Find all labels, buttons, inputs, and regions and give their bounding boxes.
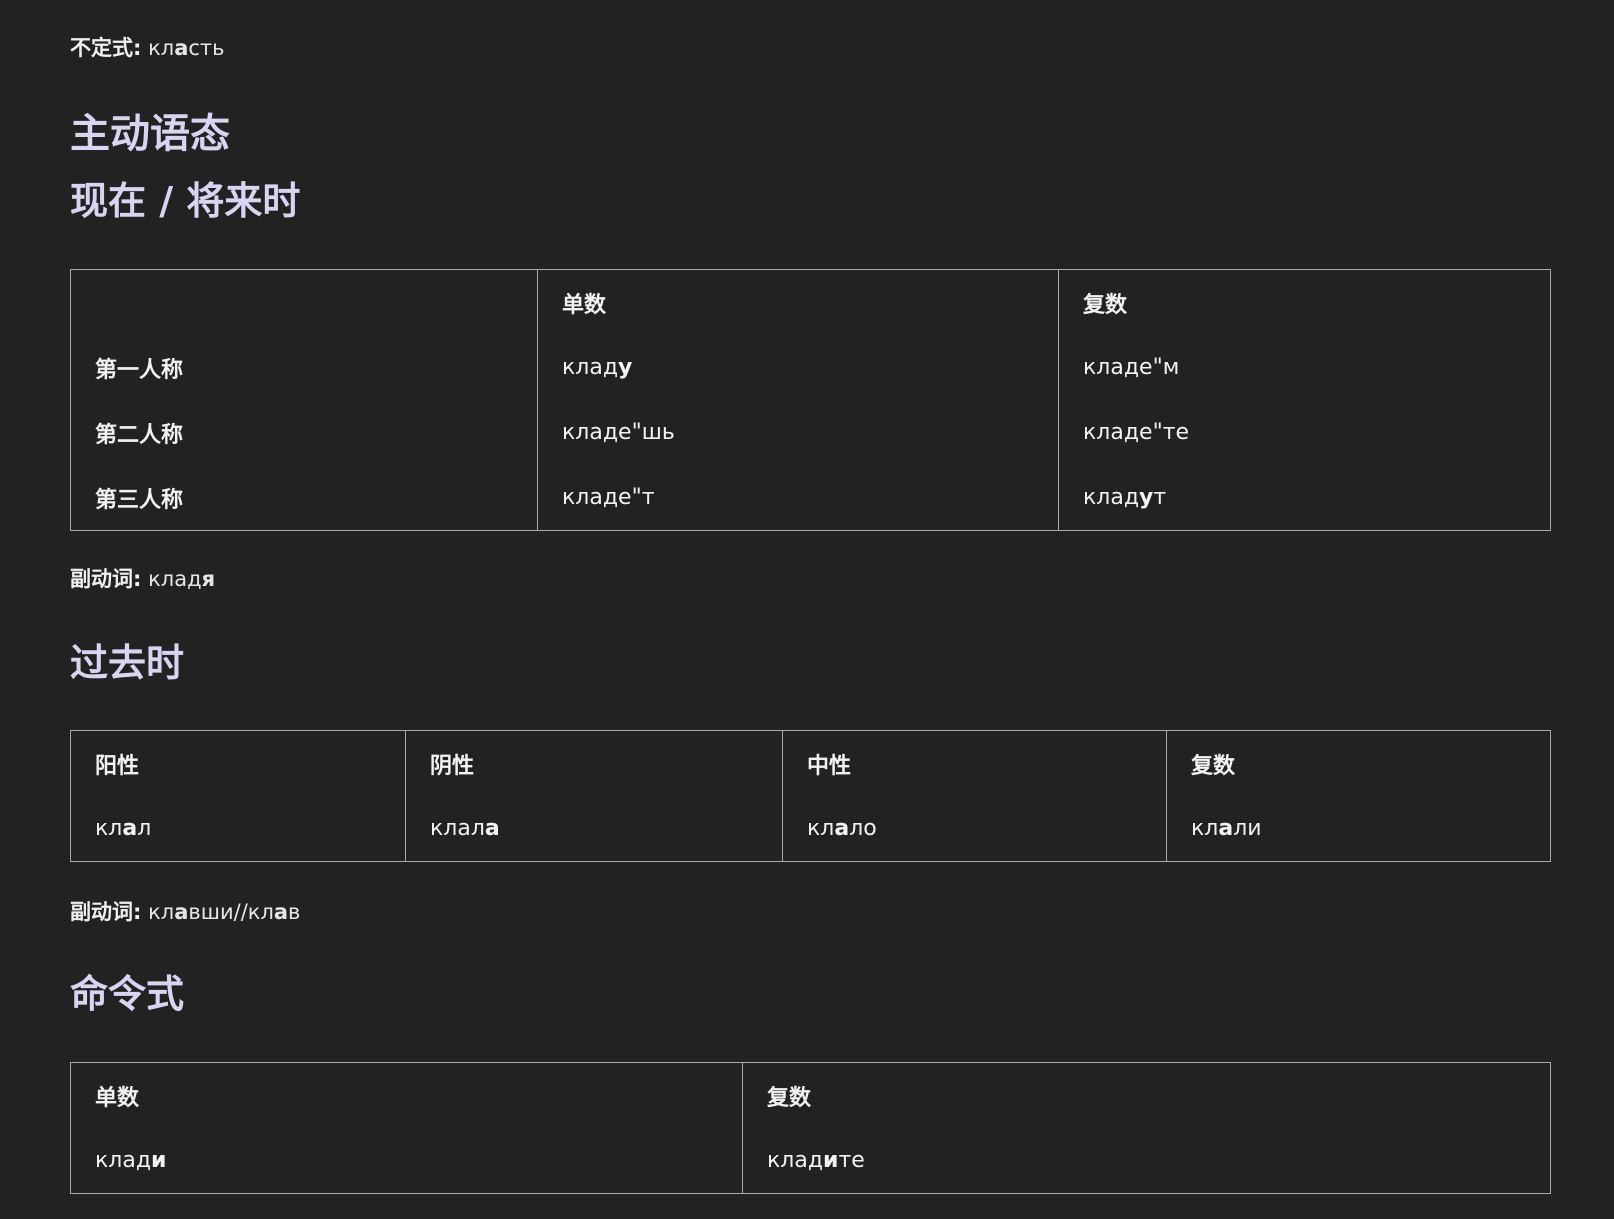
cell-feminine: клала — [405, 796, 783, 862]
column-header-plural: 复数 — [742, 1062, 1551, 1128]
past-gerund-line: 副动词: клавши//клав — [70, 897, 300, 927]
infinitive-label: 不定式: — [70, 36, 142, 60]
column-header-plural: 复数 — [1166, 730, 1551, 796]
imperative-heading: 命令式 — [70, 972, 185, 1016]
present-gerund-line: 副动词: кладя — [70, 564, 215, 594]
imperative-table: 单数 复数 клади кладите — [70, 1062, 1551, 1194]
table-row: 第一人称 кладу кладе"м — [70, 335, 1551, 400]
present-gerund-value: кладя — [148, 567, 216, 591]
present-future-heading: 现在 / 将来时 — [70, 179, 301, 223]
cell-second-singular: кладе"шь — [537, 400, 1059, 465]
column-header-plural: 复数 — [1058, 269, 1551, 335]
column-header-neuter: 中性 — [782, 730, 1167, 796]
cell-neuter: клало — [782, 796, 1167, 862]
column-header-singular: 单数 — [537, 269, 1059, 335]
cell-third-plural: кладут — [1058, 465, 1551, 531]
cell-plural: клали — [1166, 796, 1551, 862]
present-future-table: 单数 复数 第一人称 кладу кладе"м 第二人称 кладе"шь к… — [70, 269, 1551, 531]
cell-second-plural: кладе"те — [1058, 400, 1551, 465]
infinitive-line: 不定式: класть — [70, 33, 225, 63]
past-heading: 过去时 — [70, 641, 185, 685]
row-header-third-person: 第三人称 — [70, 465, 538, 531]
table-corner-cell — [70, 269, 538, 335]
past-table: 阳性 阴性 中性 复数 клал клала клало клали — [70, 730, 1551, 862]
table-row: клади кладите — [70, 1128, 1551, 1194]
cell-first-plural: кладе"м — [1058, 335, 1551, 400]
table-row: 单数 复数 — [70, 1062, 1551, 1128]
column-header-feminine: 阴性 — [405, 730, 783, 796]
row-header-first-person: 第一人称 — [70, 335, 538, 400]
row-header-second-person: 第二人称 — [70, 400, 538, 465]
past-gerund-value: клавши//клав — [148, 900, 301, 924]
table-row: 单数 复数 — [70, 269, 1551, 335]
cell-imperative-plural: кладите — [742, 1128, 1551, 1194]
table-row: 第三人称 кладе"т кладут — [70, 465, 1551, 531]
cell-first-singular: кладу — [537, 335, 1059, 400]
infinitive-value: класть — [148, 36, 225, 60]
table-row: 第二人称 кладе"шь кладе"те — [70, 400, 1551, 465]
cell-imperative-singular: клади — [70, 1128, 743, 1194]
cell-third-singular: кладе"т — [537, 465, 1059, 531]
past-gerund-label: 副动词: — [70, 900, 142, 924]
table-row: клал клала клало клали — [70, 796, 1551, 862]
active-voice-heading: 主动语态 — [70, 111, 230, 157]
column-header-singular: 单数 — [70, 1062, 743, 1128]
present-gerund-label: 副动词: — [70, 567, 142, 591]
cell-masculine: клал — [70, 796, 406, 862]
column-header-masculine: 阳性 — [70, 730, 406, 796]
table-row: 阳性 阴性 中性 复数 — [70, 730, 1551, 796]
